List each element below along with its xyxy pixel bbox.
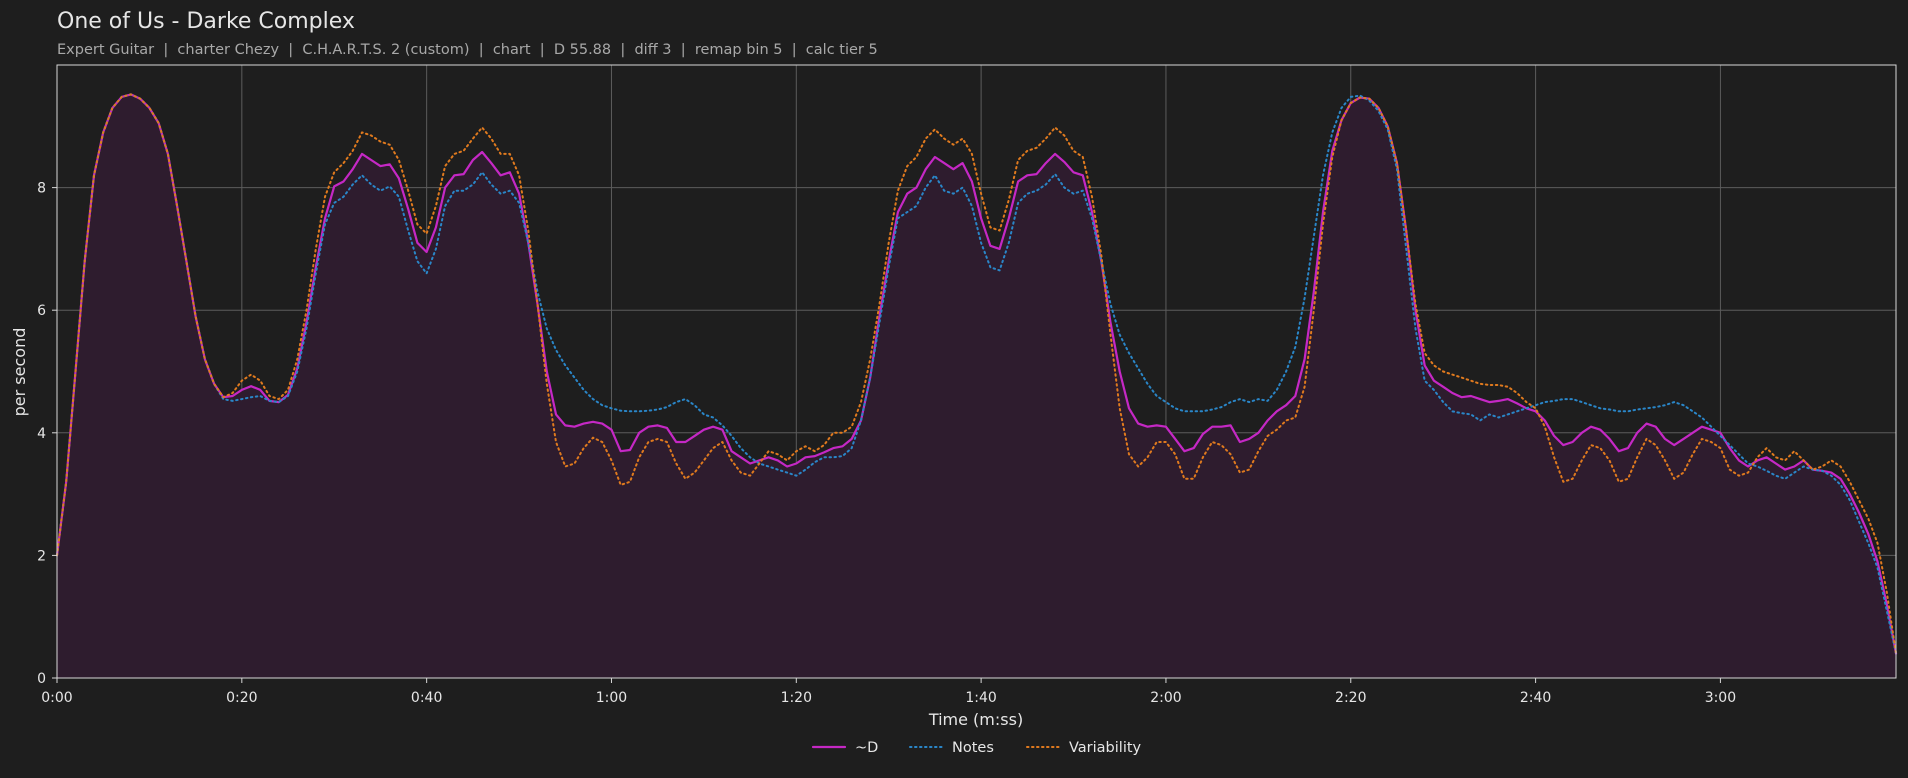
y-tick-label: 2 xyxy=(37,548,46,564)
y-tick-label: 8 xyxy=(37,181,46,197)
x-tick-label: 0:00 xyxy=(41,690,72,706)
x-tick-label: 2:40 xyxy=(1520,690,1551,706)
legend-label: Variability xyxy=(1069,740,1142,756)
x-axis-label: Time (m:ss) xyxy=(928,710,1023,729)
y-axis-label: per second xyxy=(10,328,29,417)
legend-label: Notes xyxy=(952,740,994,756)
y-tick-label: 6 xyxy=(37,303,46,319)
y-tick-label: 4 xyxy=(37,426,46,442)
chart-svg: One of Us - Darke Complex Expert Guitar … xyxy=(0,0,1908,774)
x-tick-label: 3:00 xyxy=(1705,690,1736,706)
chart-root: One of Us - Darke Complex Expert Guitar … xyxy=(0,0,1908,774)
chart-subtitle: Expert Guitar | charter Chezy | C.H.A.R.… xyxy=(57,42,878,58)
x-tick-label: 1:00 xyxy=(596,690,627,706)
y-tick-label: 0 xyxy=(37,671,46,687)
x-tick-label: 2:20 xyxy=(1335,690,1366,706)
x-tick-label: 1:40 xyxy=(965,690,996,706)
legend-label: ~D xyxy=(855,740,878,756)
x-tick-label: 1:20 xyxy=(781,690,812,706)
x-tick-label: 2:00 xyxy=(1150,690,1181,706)
x-tick-label: 0:40 xyxy=(411,690,442,706)
x-tick-label: 0:20 xyxy=(226,690,257,706)
chart-title: One of Us - Darke Complex xyxy=(57,9,355,34)
legend: ~D Notes Variability xyxy=(811,740,1142,756)
